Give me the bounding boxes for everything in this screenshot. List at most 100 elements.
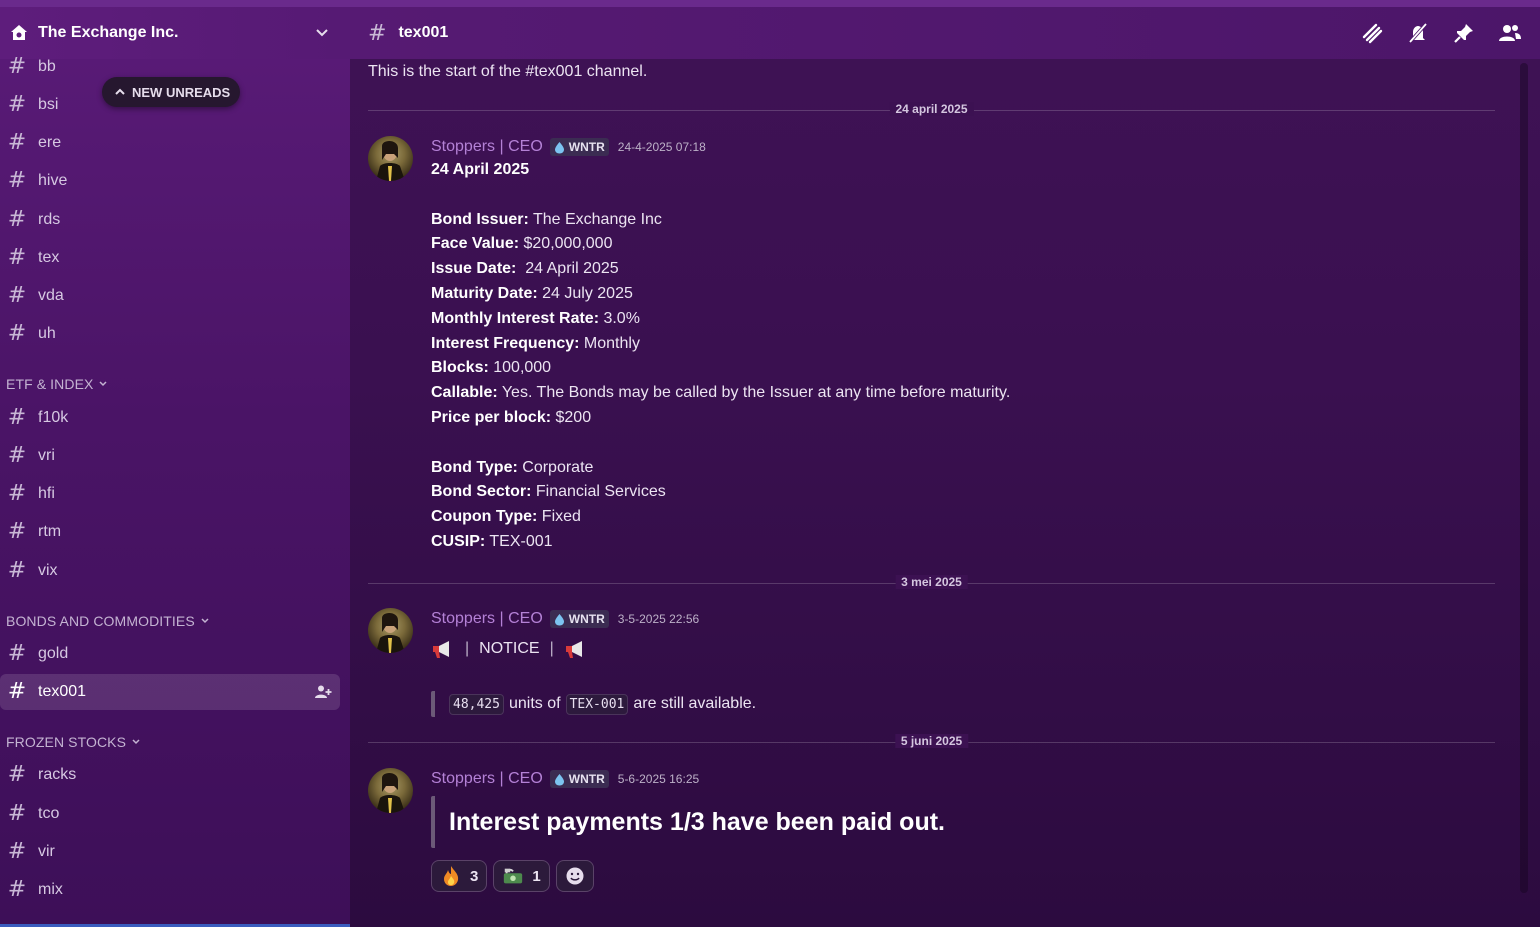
sidebar-item-mix[interactable]: # mix xyxy=(0,872,340,908)
sidebar-item-racks[interactable]: # racks xyxy=(0,757,340,793)
message-content: 24 April 2025 Bond Issuer: The Exchange … xyxy=(431,158,1010,555)
hashtag-icon: # xyxy=(7,641,27,666)
author-name[interactable]: Stoppers | CEO xyxy=(431,610,543,628)
category-bonds-commodities[interactable]: BONDS AND COMMODITIES xyxy=(6,611,210,631)
category-label: FROZEN STOCKS xyxy=(6,734,127,750)
sidebar-item-gold[interactable]: # gold xyxy=(0,636,340,672)
water-drop-icon xyxy=(553,613,566,626)
sidebar-item-vix[interactable]: # vix xyxy=(0,553,340,589)
role-tag[interactable]: WNTR xyxy=(549,138,609,156)
date-divider: 5 juni 2025 xyxy=(368,734,1495,748)
author-name[interactable]: Stoppers | CEO xyxy=(431,770,543,788)
sidebar-item-label: ere xyxy=(38,134,62,151)
date-divider: 24 april 2025 xyxy=(368,102,1495,116)
date-divider-label: 3 mei 2025 xyxy=(895,575,968,589)
new-unreads-label: NEW UNREADS xyxy=(132,84,231,100)
chevron-down-icon[interactable] xyxy=(312,23,332,43)
pin-icon[interactable] xyxy=(1452,21,1476,45)
bond-field: Bond Sector: Financial Services xyxy=(431,483,666,501)
sidebar-item-hfi[interactable]: # hfi xyxy=(0,476,340,512)
message-timestamp: 3-5-2025 22:56 xyxy=(617,612,700,626)
bond-field: Maturity Date: 24 July 2025 xyxy=(431,284,633,302)
sidebar-item-vda[interactable]: # vda xyxy=(0,278,340,314)
water-drop-icon xyxy=(553,141,566,154)
sidebar-item-label: racks xyxy=(38,766,77,783)
notice-separator: | xyxy=(549,640,554,657)
notice-text: NOTICE xyxy=(479,640,540,657)
sidebar-item-ere[interactable]: # ere xyxy=(0,125,340,161)
megaphone-icon xyxy=(564,639,588,659)
quote-text: are still available. xyxy=(633,695,757,712)
reaction-fire[interactable]: 3 xyxy=(431,860,488,892)
hashtag-icon: # xyxy=(7,679,27,704)
sidebar-item-hive[interactable]: # hive xyxy=(0,163,340,199)
scrollbar-thumb[interactable] xyxy=(1520,63,1528,893)
avatar[interactable] xyxy=(368,136,413,181)
scrollbar[interactable] xyxy=(1520,63,1528,893)
role-tag[interactable]: WNTR xyxy=(549,770,609,788)
hashtag-icon: # xyxy=(7,168,27,193)
threads-icon[interactable] xyxy=(1360,21,1384,45)
sidebar-item-rtm[interactable]: # rtm xyxy=(0,514,340,550)
message: Stoppers | CEO WNTR 3-5-2025 22:56 | NOT… xyxy=(368,608,1488,718)
sidebar-item-uh[interactable]: # uh xyxy=(0,316,340,352)
sidebar-item-rds[interactable]: # rds xyxy=(0,202,340,238)
sidebar-item-label: hive xyxy=(38,172,68,189)
author-name[interactable]: Stoppers | CEO xyxy=(431,138,543,156)
avatar[interactable] xyxy=(368,768,413,813)
category-frozen-stocks[interactable]: FROZEN STOCKS xyxy=(6,732,141,752)
sidebar-item-tco[interactable]: # tco xyxy=(0,796,340,832)
hashtag-icon: # xyxy=(7,405,27,430)
hashtag-icon: # xyxy=(7,245,27,270)
mute-bell-icon[interactable] xyxy=(1406,21,1430,45)
channel-title: tex001 xyxy=(398,24,449,41)
notice-line: | NOTICE | xyxy=(431,637,588,662)
hashtag-icon: # xyxy=(7,877,27,902)
hashtag-icon: # xyxy=(7,321,27,346)
category-label: ETF & INDEX xyxy=(6,376,94,392)
sidebar-item-label: vda xyxy=(38,287,64,304)
member-list-icon[interactable] xyxy=(1498,21,1522,45)
blockquote: Interest payments 1/3 have been paid out… xyxy=(431,796,945,848)
avatar[interactable] xyxy=(368,608,413,653)
hashtag-icon: # xyxy=(7,801,27,826)
sidebar-item-tex[interactable]: # tex xyxy=(0,240,340,276)
sidebar-item-tex001[interactable]: # tex001 xyxy=(0,674,340,710)
bond-field: Issue Date: 24 April 2025 xyxy=(431,260,619,278)
category-etf-index[interactable]: ETF & INDEX xyxy=(6,374,108,394)
new-unreads-pill[interactable]: NEW UNREADS xyxy=(102,77,241,107)
role-tag[interactable]: WNTR xyxy=(549,610,609,628)
sidebar-item-vri[interactable]: # vri xyxy=(0,438,340,474)
role-tag-label: WNTR xyxy=(568,612,605,626)
reaction-count: 1 xyxy=(532,867,541,885)
sidebar-item-label: bb xyxy=(38,58,56,75)
role-tag-label: WNTR xyxy=(568,140,605,154)
add-member-icon[interactable] xyxy=(314,683,332,701)
water-drop-icon xyxy=(553,773,566,786)
bond-field: Face Value: $20,000,000 xyxy=(431,235,613,253)
headline-text: Interest payments 1/3 have been paid out… xyxy=(449,807,945,836)
quote-text: units of xyxy=(508,695,561,712)
reaction-count: 3 xyxy=(470,867,479,885)
message-header: Stoppers | CEO WNTR 5-6-2025 16:25 xyxy=(431,770,699,788)
chat-area: # tex001 This is the start of the #tex00… xyxy=(350,7,1540,927)
add-reaction-button[interactable] xyxy=(555,860,594,892)
sidebar-item-label: tex001 xyxy=(38,683,87,700)
sidebar-item-label: vix xyxy=(38,562,58,579)
hashtag-icon: # xyxy=(7,283,27,308)
sidebar-item-label: vri xyxy=(38,447,55,464)
message-header: Stoppers | CEO WNTR 3-5-2025 22:56 xyxy=(431,610,699,628)
server-name: The Exchange Inc. xyxy=(38,24,179,41)
hashtag-icon: # xyxy=(7,558,27,583)
blockquote: 48,425 units of TEX-001 are still availa… xyxy=(431,691,756,717)
category-label: BONDS AND COMMODITIES xyxy=(6,613,195,629)
hashtag-icon: # xyxy=(7,54,27,79)
sidebar-item-label: mix xyxy=(38,881,63,898)
sidebar-item-vir[interactable]: # vir xyxy=(0,834,340,870)
reaction-money[interactable]: 1 xyxy=(493,860,550,892)
sidebar-item-label: vir xyxy=(38,843,55,860)
sidebar-item-f10k[interactable]: # f10k xyxy=(0,400,340,436)
reaction-bar: 3 1 xyxy=(431,860,594,892)
sidebar-item-label: bsi xyxy=(38,96,59,113)
